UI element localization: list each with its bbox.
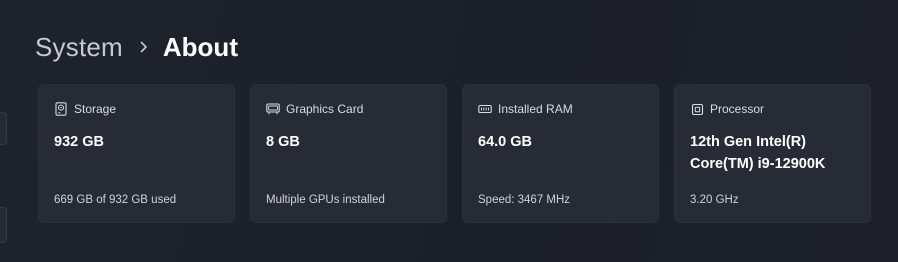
processor-card[interactable]: Processor 12th Gen Intel(R) Core(TM) i9-…: [674, 84, 871, 223]
card-title: Installed RAM: [498, 102, 573, 116]
processor-icon: [690, 102, 704, 116]
card-value: 64.0 GB: [478, 134, 532, 150]
breadcrumb: System About: [35, 30, 238, 64]
card-header: Installed RAM: [478, 102, 573, 116]
graphics-card-card[interactable]: Graphics Card 8 GB Multiple GPUs install…: [250, 84, 447, 223]
graphics-card-icon: [266, 102, 280, 116]
card-value: 12th Gen Intel(R) Core(TM) i9-12900K: [690, 134, 826, 172]
collapsed-side-panel[interactable]: [0, 207, 7, 243]
storage-icon: [54, 102, 68, 116]
settings-page: System About Storage 932 GB 669 GB of 93…: [0, 0, 898, 262]
card-detail: 669 GB of 932 GB used: [54, 194, 177, 206]
breadcrumb-system[interactable]: System: [35, 32, 123, 63]
card-title: Storage: [74, 102, 117, 116]
card-detail: 3.20 GHz: [690, 194, 739, 206]
card-value: 932 GB: [54, 134, 104, 150]
card-header: Storage: [54, 102, 116, 116]
chevron-right-icon: [140, 41, 148, 53]
card-header: Graphics Card: [266, 102, 363, 116]
card-header: Processor: [690, 102, 764, 116]
card-detail: Multiple GPUs installed: [266, 194, 385, 206]
installed-ram-card[interactable]: Installed RAM 64.0 GB Speed: 3467 MHz: [462, 84, 659, 223]
card-title: Processor: [710, 102, 765, 116]
card-title: Graphics Card: [286, 102, 364, 116]
card-value: 8 GB: [266, 134, 300, 150]
collapsed-side-panel[interactable]: [0, 112, 7, 145]
spec-cards: Storage 932 GB 669 GB of 932 GB used Gra…: [38, 84, 871, 223]
ram-icon: [478, 102, 492, 116]
storage-card[interactable]: Storage 932 GB 669 GB of 932 GB used: [38, 84, 235, 223]
page-title: About: [162, 31, 238, 62]
card-detail: Speed: 3467 MHz: [478, 194, 571, 206]
